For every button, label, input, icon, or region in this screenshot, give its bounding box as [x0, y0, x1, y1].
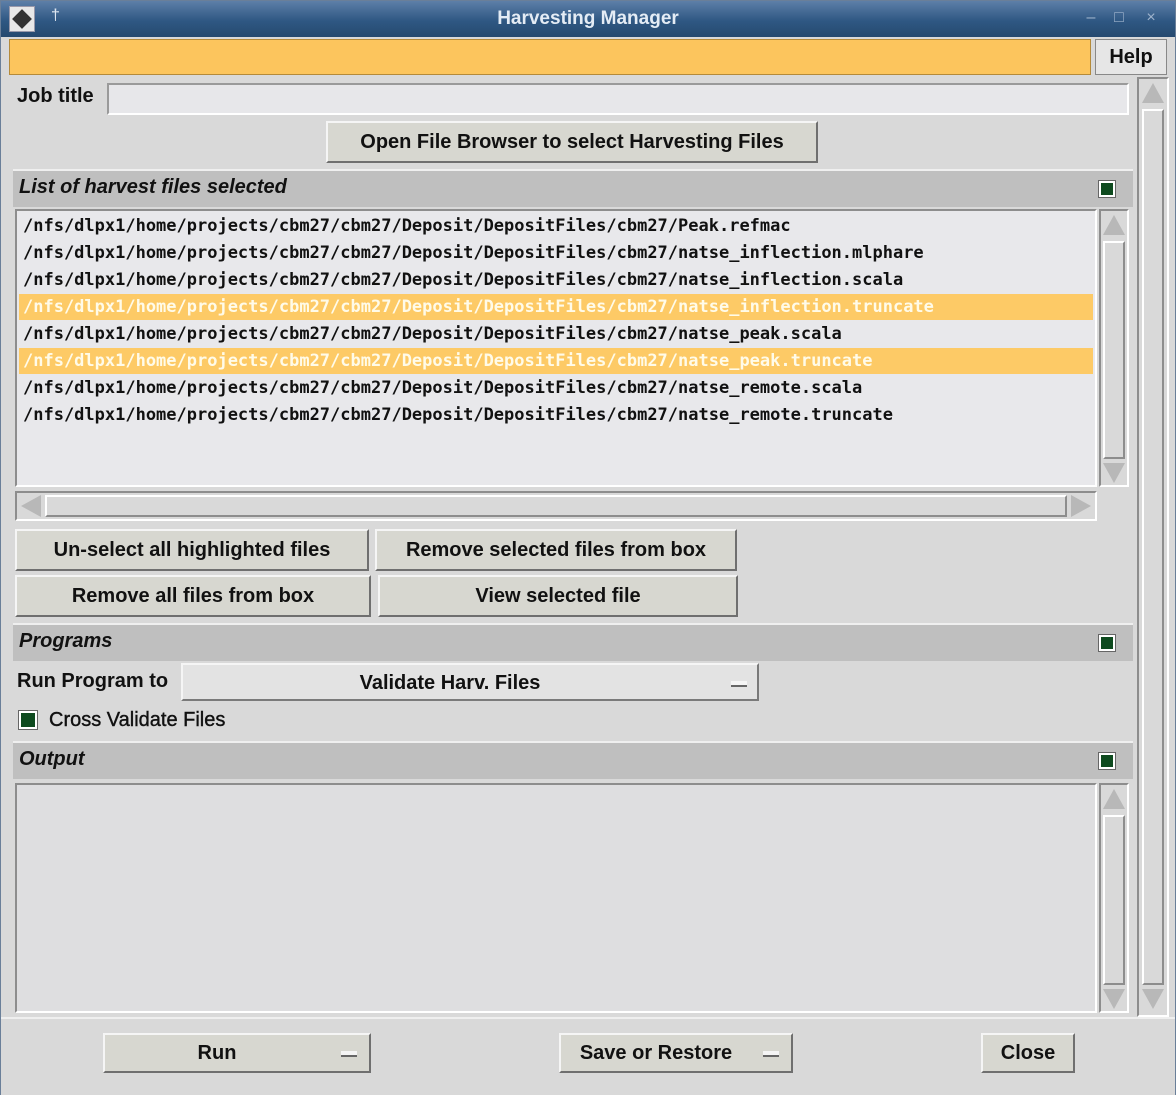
window-scroll-thumb[interactable] — [1142, 109, 1164, 985]
scroll-down-icon[interactable] — [1103, 463, 1125, 483]
list-item[interactable]: /nfs/dlpx1/home/projects/cbm27/cbm27/Dep… — [19, 240, 1093, 266]
run-program-dropdown[interactable]: Validate Harv. Files — [181, 663, 759, 701]
output-section-toggle[interactable] — [1099, 753, 1115, 769]
job-title-label: Job title — [17, 85, 94, 107]
list-item[interactable]: /nfs/dlpx1/home/projects/cbm27/cbm27/Dep… — [19, 321, 1093, 347]
window-title: Harvesting Manager — [497, 8, 679, 29]
programs-section-title: Programs — [19, 630, 113, 652]
save-menu-indicator-icon — [763, 1051, 779, 1057]
list-item-selected[interactable]: /nfs/dlpx1/home/projects/cbm27/cbm27/Dep… — [19, 348, 1093, 374]
scroll-up-icon[interactable] — [1142, 83, 1164, 103]
menu-bar — [9, 39, 1091, 75]
harvesting-manager-window: † Harvesting Manager – □ × Help Job titl… — [0, 0, 1176, 1095]
files-section-header: List of harvest files selected — [13, 169, 1133, 207]
title-bar[interactable]: † Harvesting Manager – □ × — [1, 1, 1175, 37]
list-item[interactable]: /nfs/dlpx1/home/projects/cbm27/cbm27/Dep… — [19, 267, 1093, 293]
list-item[interactable]: /nfs/dlpx1/home/projects/cbm27/cbm27/Dep… — [19, 375, 1093, 401]
job-title-field[interactable] — [107, 83, 1129, 115]
window-vertical-scrollbar[interactable] — [1137, 77, 1169, 1017]
remove-all-button[interactable]: Remove all files from box — [15, 575, 371, 617]
unselect-highlighted-button[interactable]: Un-select all highlighted files — [15, 529, 369, 571]
scroll-down-icon[interactable] — [1142, 989, 1164, 1009]
close-button[interactable]: Close — [981, 1033, 1075, 1073]
harvest-files-list[interactable]: /nfs/dlpx1/home/projects/cbm27/cbm27/Dep… — [15, 209, 1097, 487]
list-scroll-thumb[interactable] — [1103, 241, 1125, 459]
output-text-area[interactable] — [15, 783, 1097, 1013]
output-vertical-scrollbar[interactable] — [1099, 783, 1129, 1013]
horizontal-scroll-thumb[interactable] — [45, 495, 1067, 517]
cross-validate-label: Cross Validate Files — [49, 709, 226, 731]
dropdown-indicator-icon — [731, 681, 747, 687]
scroll-right-icon[interactable] — [1071, 495, 1091, 517]
list-vertical-scrollbar[interactable] — [1099, 209, 1129, 487]
scroll-up-icon[interactable] — [1103, 789, 1125, 809]
output-section-title: Output — [19, 748, 85, 770]
main-panel: Job title Open File Browser to select Ha… — [9, 77, 1135, 1017]
run-button[interactable]: Run — [103, 1033, 371, 1073]
close-window-icon[interactable]: × — [1141, 8, 1161, 28]
list-item-selected[interactable]: /nfs/dlpx1/home/projects/cbm27/cbm27/Dep… — [19, 294, 1093, 320]
files-section-toggle[interactable] — [1099, 181, 1115, 197]
save-or-restore-button[interactable]: Save or Restore — [559, 1033, 793, 1073]
list-item[interactable]: /nfs/dlpx1/home/projects/cbm27/cbm27/Dep… — [19, 402, 1093, 428]
scroll-down-icon[interactable] — [1103, 989, 1125, 1009]
files-section-title: List of harvest files selected — [19, 176, 287, 198]
output-section-header: Output — [13, 741, 1133, 779]
list-horizontal-scrollbar[interactable] — [15, 491, 1097, 521]
remove-selected-button[interactable]: Remove selected files from box — [375, 529, 737, 571]
programs-section-header: Programs — [13, 623, 1133, 661]
list-item[interactable]: /nfs/dlpx1/home/projects/cbm27/cbm27/Dep… — [19, 213, 1093, 239]
programs-section-toggle[interactable] — [1099, 635, 1115, 651]
footer-bar: Run Save or Restore Close — [1, 1017, 1175, 1095]
run-menu-indicator-icon — [341, 1051, 357, 1057]
scroll-up-icon[interactable] — [1103, 215, 1125, 235]
maximize-icon[interactable]: □ — [1109, 8, 1129, 28]
cross-validate-checkbox[interactable] — [19, 711, 37, 729]
scroll-left-icon[interactable] — [21, 495, 41, 517]
run-program-value: Validate Harv. Files — [359, 672, 541, 694]
help-menu-button[interactable]: Help — [1095, 39, 1167, 75]
open-file-browser-button[interactable]: Open File Browser to select Harvesting F… — [326, 121, 818, 163]
run-program-label: Run Program to — [17, 670, 169, 692]
output-scroll-thumb[interactable] — [1103, 815, 1125, 985]
minimize-icon[interactable]: – — [1081, 8, 1101, 28]
run-button-label: Run — [197, 1042, 237, 1064]
view-selected-file-button[interactable]: View selected file — [378, 575, 738, 617]
save-or-restore-label: Save or Restore — [579, 1042, 733, 1064]
